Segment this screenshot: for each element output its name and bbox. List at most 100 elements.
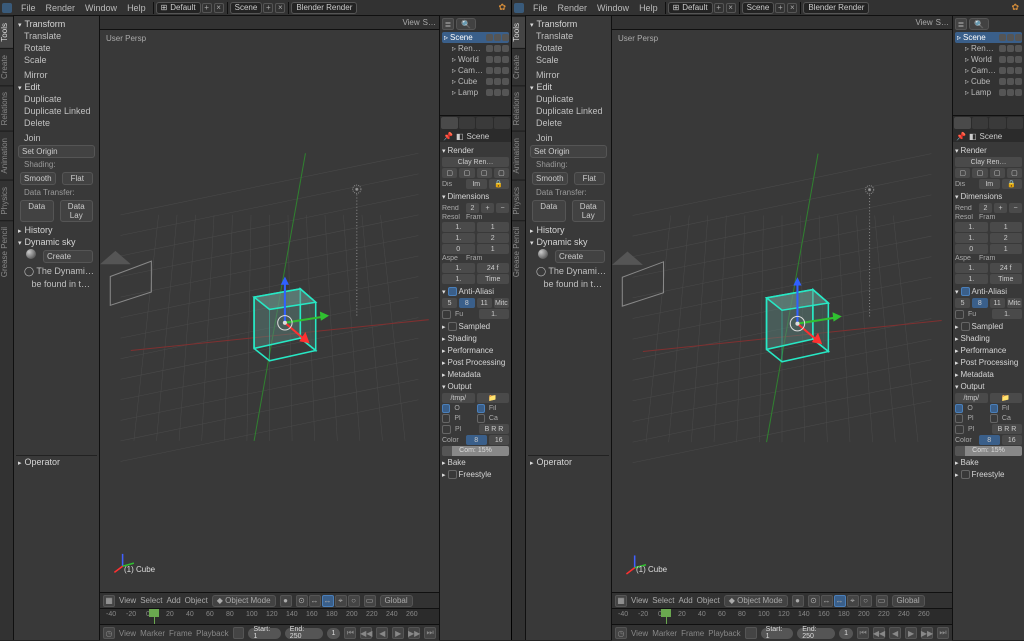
eye-icon[interactable] <box>999 78 1006 85</box>
render-preset[interactable]: Clay Ren… <box>442 157 509 167</box>
outliner-filter[interactable]: 🔍 <box>969 18 989 30</box>
panel-header-edit[interactable]: Edit <box>528 81 609 93</box>
engine-selector[interactable]: Blender Render <box>803 2 869 14</box>
3d-viewport[interactable]: User Persp (1) Cube <box>100 30 439 592</box>
opengl-icon[interactable]: ▢ <box>1007 168 1022 178</box>
panel-header-metadata[interactable]: Metadata <box>955 368 1022 380</box>
playback-4[interactable]: ▶▶ <box>408 627 420 639</box>
editor-type-icon[interactable]: ▦ <box>103 595 115 607</box>
field[interactable]: 1. <box>479 309 509 319</box>
ptab-0[interactable] <box>954 117 971 129</box>
checkbox[interactable] <box>955 404 963 413</box>
field[interactable]: Time <box>477 274 510 284</box>
tl-menu-frame[interactable]: Frame <box>681 629 704 638</box>
panel-header-output[interactable]: Output <box>955 380 1022 392</box>
panel-header-history[interactable]: History <box>16 224 97 236</box>
camera-icon[interactable]: ▢ <box>442 168 457 178</box>
checkbox[interactable] <box>477 414 485 423</box>
playback-0[interactable]: ⏮ <box>857 627 869 639</box>
select-icon[interactable] <box>494 56 501 63</box>
pivot-icon[interactable]: ⊙ <box>808 595 820 607</box>
vp-menu-add[interactable]: Add <box>166 596 180 605</box>
checkbox[interactable] <box>442 404 450 413</box>
outliner-filter[interactable]: 🔍 <box>456 18 476 30</box>
transform-orientation[interactable]: Global <box>892 595 925 607</box>
render-icon[interactable] <box>1015 34 1022 41</box>
fu-check[interactable] <box>442 310 451 319</box>
ptab-3[interactable] <box>1007 117 1024 129</box>
playback-0[interactable]: ⏮ <box>344 627 356 639</box>
tool-translate[interactable]: Translate <box>528 30 609 42</box>
timeline-ruler[interactable]: -40-200204060801001201401601802002202402… <box>612 609 952 625</box>
folder-icon[interactable]: 📁 <box>477 393 510 403</box>
panel-header-sampled[interactable]: Sampled <box>955 320 1022 332</box>
tl-menu-view[interactable]: View <box>119 629 136 638</box>
anim-icon[interactable]: ▢ <box>459 168 474 178</box>
output-path[interactable]: /tmp/ <box>442 393 475 403</box>
playback-2[interactable]: ◀ <box>376 627 388 639</box>
panel-header-operator[interactable]: Operator <box>16 456 97 468</box>
shading-smooth[interactable]: Smooth <box>20 172 56 185</box>
playback-2[interactable]: ◀ <box>889 627 901 639</box>
output-path[interactable]: /tmp/ <box>955 393 988 403</box>
tl-menu-marker[interactable]: Marker <box>140 629 165 638</box>
eye-icon[interactable] <box>486 78 493 85</box>
outliner-item-world[interactable]: ▹World <box>442 54 509 65</box>
tool-duplicate-linked[interactable]: Duplicate Linked <box>16 105 97 117</box>
field[interactable]: 0 <box>442 244 475 254</box>
layout-selector[interactable]: ⊞Default <box>156 2 201 14</box>
outliner-item-lamp[interactable]: ▹Lamp <box>442 87 509 98</box>
eye-icon[interactable] <box>486 45 493 52</box>
field[interactable]: B R R <box>479 424 509 434</box>
add-scene-button[interactable]: + <box>775 3 785 13</box>
remove-layout-button[interactable]: × <box>214 3 224 13</box>
timeline-cursor[interactable] <box>666 609 667 624</box>
opengl-icon[interactable]: ▢ <box>494 168 509 178</box>
tool-scale[interactable]: Scale <box>528 54 609 66</box>
shading-flat[interactable]: Flat <box>62 172 93 185</box>
playback-5[interactable]: ⏭ <box>424 627 436 639</box>
scene-selector[interactable]: Scene <box>230 2 263 14</box>
layer-button[interactable]: ▭ <box>364 595 376 607</box>
field[interactable]: 0 <box>955 244 988 254</box>
create-dynamic-sky-button[interactable]: Create <box>43 250 93 263</box>
aa-11[interactable]: 11 <box>477 298 492 308</box>
tool-rotate[interactable]: Rotate <box>16 42 97 54</box>
viewport-shading-icon[interactable]: ● <box>792 595 804 607</box>
checkbox[interactable] <box>990 404 998 413</box>
render-icon[interactable] <box>502 67 509 74</box>
tool-mirror[interactable]: Mirror <box>16 69 97 81</box>
timeline-ruler[interactable]: -40-200204060801001201401601802002202402… <box>100 609 439 625</box>
field[interactable]: 1 <box>477 244 510 254</box>
tool-rotate[interactable]: Rotate <box>528 42 609 54</box>
render-icon[interactable] <box>1015 45 1022 52</box>
aa-checkbox[interactable] <box>961 287 970 296</box>
vp-menu-add[interactable]: Add <box>678 596 692 605</box>
field[interactable]: 1. <box>992 309 1022 319</box>
dt-data[interactable]: Data <box>532 200 566 222</box>
lock-icon[interactable]: 🔒 <box>489 179 510 189</box>
folder-icon[interactable]: 📁 <box>990 393 1023 403</box>
field[interactable]: 16 <box>1002 435 1023 445</box>
render-icon[interactable] <box>502 56 509 63</box>
panel-header-bake[interactable]: Bake <box>955 456 1022 468</box>
panel-header-transform[interactable]: Transform <box>16 18 97 30</box>
field[interactable]: Time <box>990 274 1023 284</box>
vtab-tools[interactable]: Tools <box>0 16 13 48</box>
manipulator-translate-icon[interactable]: ↔ <box>322 595 334 607</box>
vp-menu-view[interactable]: View <box>119 596 136 605</box>
remove-scene-button[interactable]: × <box>275 3 285 13</box>
dt-data-lay[interactable]: Data Lay <box>60 200 94 222</box>
tool-duplicate[interactable]: Duplicate <box>528 93 609 105</box>
panel-header-shading[interactable]: Shading <box>442 332 509 344</box>
panel-header-dimensions[interactable]: Dimensions <box>442 190 509 202</box>
field[interactable]: 1. <box>955 274 988 284</box>
proportional-icon[interactable]: ○ <box>348 595 360 607</box>
render-icon[interactable] <box>502 45 509 52</box>
panel-header-dimensions[interactable]: Dimensions <box>955 190 1022 202</box>
tl-menu-playback[interactable]: Playback <box>196 629 228 638</box>
lock-icon[interactable]: 🔒 <box>1002 179 1023 189</box>
select-icon[interactable] <box>494 45 501 52</box>
panel-header-freestyle[interactable]: Freestyle <box>442 468 509 480</box>
layout-selector[interactable]: ⊞Default <box>668 2 713 14</box>
